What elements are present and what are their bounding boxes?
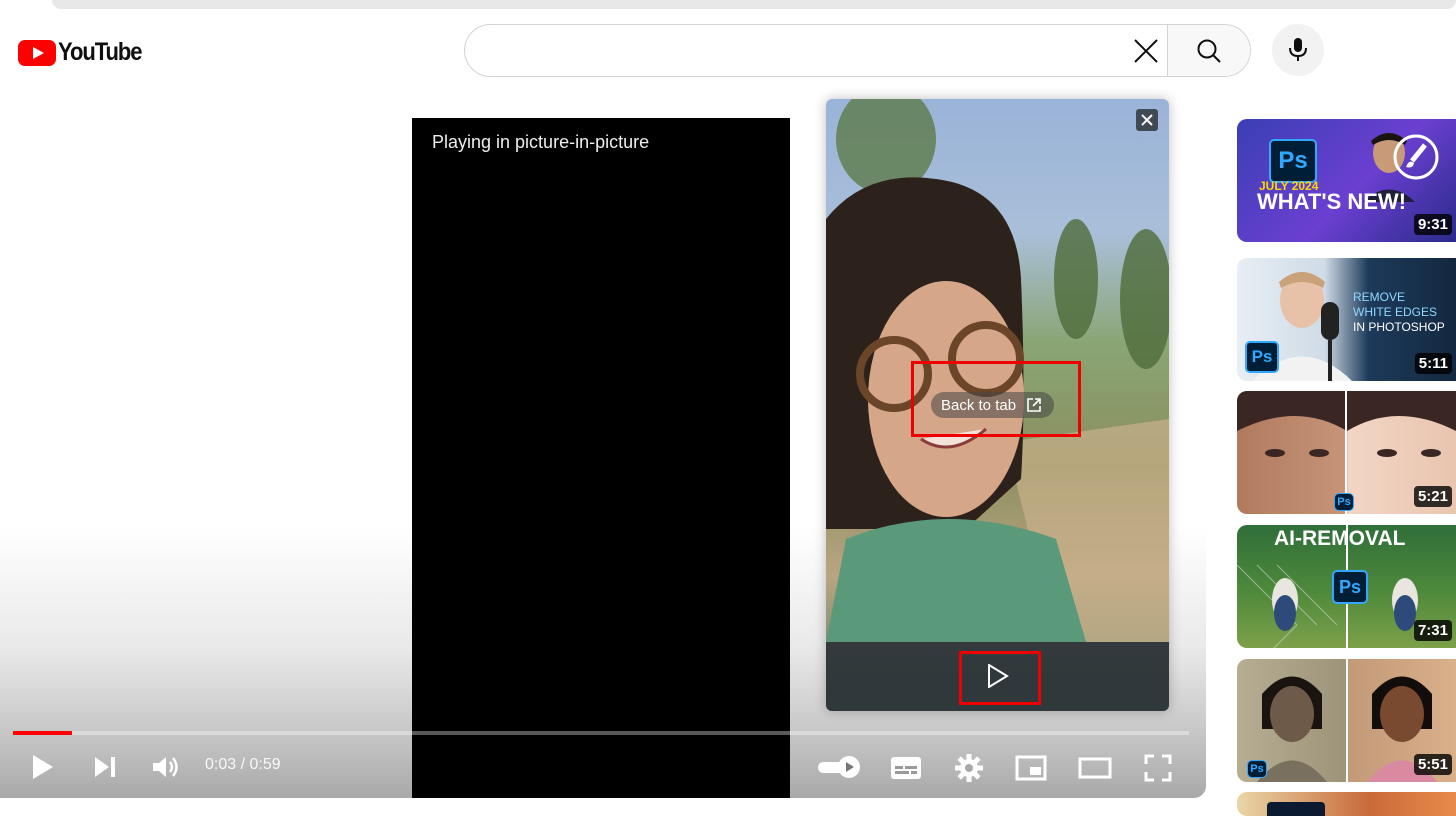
next-icon[interactable] [90, 752, 120, 782]
time-display: 0:03 / 0:59 [205, 756, 281, 774]
photoshop-badge: Ps [1247, 760, 1267, 778]
video-thumbnail[interactable]: AI-REMOVAL Ps 7:31 [1237, 525, 1456, 648]
theater-mode-icon[interactable] [1076, 756, 1114, 780]
photoshop-badge: Ps [1269, 139, 1317, 183]
close-icon[interactable] [1128, 33, 1164, 69]
thumbnail-text: WHAT'S NEW! [1257, 189, 1407, 214]
video-surface: Playing in picture-in-picture [412, 118, 790, 798]
search-button[interactable] [1167, 25, 1250, 76]
thumbnail-text: IN PHOTOSHOP [1353, 320, 1445, 334]
video-duration: 7:31 [1413, 620, 1452, 641]
video-thumbnail[interactable] [1237, 792, 1456, 816]
microphone-icon [1289, 38, 1307, 61]
photoshop-badge [1267, 802, 1325, 816]
highlight-back-to-tab [911, 361, 1081, 437]
photoshop-badge: Ps [1334, 493, 1354, 511]
video-duration: 5:11 [1414, 353, 1452, 374]
video-thumbnail[interactable]: Ps 5:21 [1237, 391, 1456, 514]
photoshop-badge: Ps [1332, 570, 1368, 604]
video-thumbnail[interactable]: Ps 5:51 [1237, 659, 1456, 782]
pip-status-text: Playing in picture-in-picture [432, 132, 650, 152]
autoplay-toggle-icon[interactable] [816, 754, 862, 780]
time-separator: / [236, 756, 250, 773]
microphone-image [1321, 302, 1339, 381]
voice-search-button[interactable] [1272, 24, 1324, 76]
thumbnail-text: AI-REMOVAL [1274, 527, 1406, 550]
progress-bar[interactable] [13, 731, 1189, 735]
video-duration: 9:31 [1413, 214, 1452, 235]
brush-icon [1393, 134, 1439, 180]
thumbnail-text: WHITE EDGES [1353, 305, 1438, 319]
logo-text: YouTube [58, 38, 143, 66]
miniplayer-icon[interactable] [1014, 754, 1048, 782]
search-input[interactable] [465, 25, 1125, 76]
play-icon[interactable] [28, 752, 58, 782]
video-duration: 5:51 [1413, 754, 1452, 775]
settings-icon[interactable] [953, 752, 985, 784]
photoshop-badge: Ps [1245, 341, 1279, 373]
search-icon [1197, 39, 1221, 63]
browser-top-strip [52, 0, 1456, 9]
volume-icon[interactable] [150, 752, 182, 782]
close-icon[interactable] [1136, 109, 1158, 131]
subtitles-icon[interactable] [889, 754, 923, 782]
youtube-logo[interactable]: YouTube [18, 38, 153, 67]
video-duration: 5:21 [1413, 486, 1452, 507]
highlight-play-button [959, 651, 1041, 705]
video-thumbnail[interactable]: Ps REMOVE WHITE EDGES IN PHOTOSHOP 5:11 [1237, 258, 1456, 381]
youtube-play-icon [18, 39, 56, 66]
current-time: 0:03 [205, 756, 237, 773]
video-thumbnail[interactable]: Ps JULY 2024 WHAT'S NEW! 9:31 [1237, 119, 1456, 242]
thumbnail-text: REMOVE [1353, 290, 1406, 304]
fullscreen-icon[interactable] [1142, 752, 1174, 784]
total-time: 0:59 [249, 756, 281, 773]
progress-bar-played [13, 731, 72, 735]
